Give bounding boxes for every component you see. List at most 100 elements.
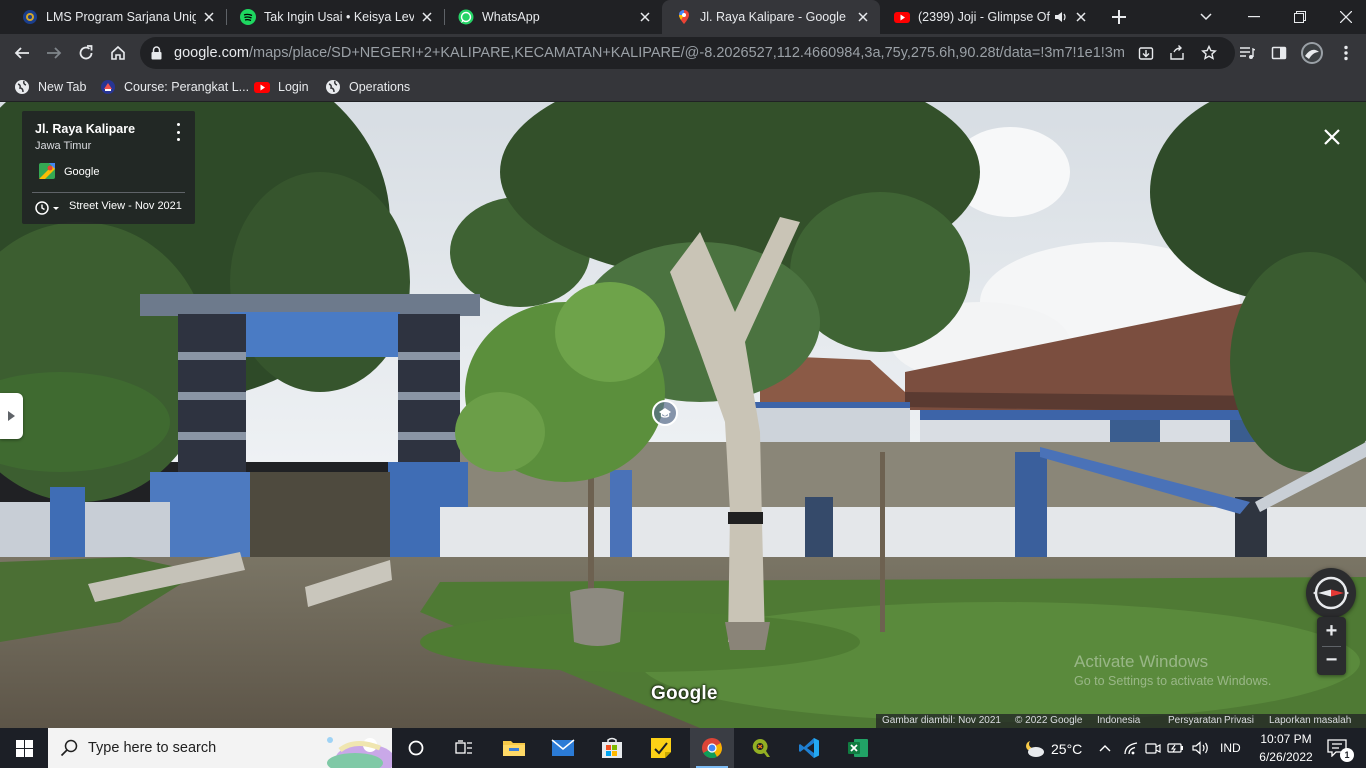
tab-title: (2399) Joji - Glimpse Of U — [918, 10, 1050, 24]
tab-search-button[interactable] — [1192, 3, 1220, 31]
side-panel-button[interactable] — [1265, 39, 1293, 67]
bookmark-operations[interactable]: Operations — [325, 78, 410, 96]
close-icon[interactable] — [1074, 10, 1088, 24]
close-icon — [1324, 129, 1340, 145]
install-app-button[interactable] — [1132, 39, 1160, 67]
new-tab-button[interactable] — [1105, 3, 1133, 31]
weather-widget[interactable] — [1020, 728, 1048, 768]
cortana-icon — [408, 740, 424, 756]
start-button[interactable] — [0, 728, 48, 768]
cortana-button[interactable] — [398, 728, 434, 768]
terms-link[interactable]: Persyaratan — [1168, 715, 1222, 726]
lock-icon[interactable] — [151, 46, 162, 60]
tab-spotify[interactable]: Tak Ingin Usai • Keisya Levron — [226, 0, 444, 34]
provider-label: Google — [64, 166, 100, 178]
minimize-button[interactable] — [1234, 3, 1274, 31]
clock-date[interactable]: 6/26/2022 — [1253, 750, 1319, 764]
meet-now-button[interactable] — [1144, 728, 1162, 768]
minimize-icon — [1248, 16, 1260, 18]
zoom-out-button[interactable]: − — [1317, 646, 1346, 675]
youtube-icon — [894, 9, 910, 25]
close-street-view-button[interactable] — [1320, 125, 1344, 149]
audio-playing-icon[interactable] — [1054, 11, 1068, 23]
taskbar-search-box[interactable]: Type here to search — [48, 728, 392, 768]
restore-icon — [1294, 11, 1306, 23]
tab-title: Jl. Raya Kalipare - Google Ma — [700, 10, 850, 24]
kebab-menu-icon[interactable] — [172, 123, 184, 141]
bookmark-star-button[interactable] — [1195, 39, 1223, 67]
share-button[interactable] — [1163, 39, 1191, 67]
activate-windows-watermark: Activate Windows Go to Settings to activ… — [1074, 652, 1271, 688]
weather-temperature[interactable]: 25°C — [1051, 741, 1082, 757]
address-bar[interactable]: google.com/maps/place/SD+NEGERI+2+KALIPA… — [140, 37, 1235, 69]
input-language[interactable]: IND — [1220, 741, 1241, 755]
network-button[interactable] — [1122, 728, 1140, 768]
google-maps-icon — [676, 9, 692, 25]
taskbar-vscode[interactable] — [789, 728, 829, 768]
media-control-button[interactable] — [1233, 39, 1261, 67]
bookmark-new-tab[interactable]: New Tab — [14, 78, 86, 96]
url-text[interactable]: google.com/maps/place/SD+NEGERI+2+KALIPA… — [174, 45, 1124, 61]
taskbar-excel[interactable] — [838, 728, 878, 768]
star-icon — [1201, 45, 1217, 60]
reload-button[interactable] — [72, 39, 100, 67]
bookmark-course[interactable]: Course: Perangkat L... — [100, 78, 249, 96]
taskbar-mail[interactable] — [543, 728, 583, 768]
install-icon — [1138, 47, 1154, 60]
forward-button[interactable] — [40, 39, 68, 67]
street-view-panorama[interactable]: Jl. Raya Kalipare Jawa Timur Google Stre… — [0, 102, 1366, 728]
taskbar-store[interactable] — [592, 728, 632, 768]
close-icon[interactable] — [420, 10, 434, 24]
attribution-bar: Gambar diambil: Nov 2021 © 2022 Google I… — [876, 714, 1366, 728]
windows-logo-icon — [15, 739, 33, 757]
excel-icon — [848, 739, 868, 757]
menu-button[interactable] — [1332, 39, 1360, 67]
chevron-right-icon — [8, 411, 15, 421]
history-clock-icon[interactable] — [34, 200, 62, 216]
restore-button[interactable] — [1280, 3, 1320, 31]
reload-icon — [79, 45, 93, 60]
bookmark-label: Login — [278, 80, 309, 94]
profile-avatar[interactable] — [1298, 39, 1326, 67]
expand-side-panel-button[interactable] — [0, 393, 23, 439]
tab-whatsapp[interactable]: WhatsApp — [444, 0, 662, 34]
close-window-button[interactable] — [1326, 3, 1366, 31]
whatsapp-icon — [458, 9, 474, 25]
home-button[interactable] — [104, 39, 132, 67]
place-title[interactable]: Jl. Raya Kalipare — [35, 122, 135, 136]
taskbar-qgis[interactable] — [740, 728, 780, 768]
tab-strip: LMS Program Sarjana Uniga Tak Ingin Usai… — [0, 0, 1366, 34]
bookmark-label: Course: Perangkat L... — [124, 80, 250, 94]
zoom-in-button[interactable]: + — [1317, 617, 1346, 646]
action-center-button[interactable]: 1 — [1320, 728, 1354, 768]
bookmark-label: New Tab — [38, 80, 87, 94]
course-icon — [100, 79, 116, 95]
battery-button[interactable] — [1167, 728, 1185, 768]
avatar-icon — [1301, 42, 1323, 64]
copyright: © 2022 Google — [1015, 715, 1083, 726]
street-view-date[interactable]: Street View - Nov 2021 — [69, 200, 182, 212]
taskbar-file-explorer[interactable] — [494, 728, 534, 768]
tab-google-maps[interactable]: Jl. Raya Kalipare - Google Ma — [662, 0, 880, 34]
privacy-link[interactable]: Privasi — [1224, 715, 1254, 726]
street-view-scene[interactable] — [0, 102, 1366, 728]
clock-time[interactable]: 10:07 PM — [1257, 732, 1315, 746]
bookmark-login[interactable]: Login — [254, 78, 309, 96]
taskbar-chrome[interactable] — [690, 728, 734, 768]
tab-lms[interactable]: LMS Program Sarjana Uniga — [8, 0, 226, 34]
compass-button[interactable] — [1306, 568, 1356, 618]
close-icon[interactable] — [638, 10, 652, 24]
close-icon[interactable] — [856, 10, 870, 24]
tab-youtube[interactable]: (2399) Joji - Glimpse Of U — [880, 0, 1098, 34]
taskbar-sticky-notes[interactable] — [641, 728, 681, 768]
report-problem-link[interactable]: Laporkan masalah — [1269, 715, 1351, 726]
show-hidden-icons-button[interactable] — [1096, 728, 1114, 768]
battery-icon — [1167, 743, 1183, 753]
place-marker-icon[interactable] — [652, 400, 678, 426]
volume-button[interactable] — [1191, 728, 1211, 768]
back-button[interactable] — [8, 39, 36, 67]
globe-icon — [325, 79, 341, 95]
region-link[interactable]: Indonesia — [1097, 715, 1140, 726]
close-icon[interactable] — [202, 10, 216, 24]
task-view-button[interactable] — [446, 728, 482, 768]
